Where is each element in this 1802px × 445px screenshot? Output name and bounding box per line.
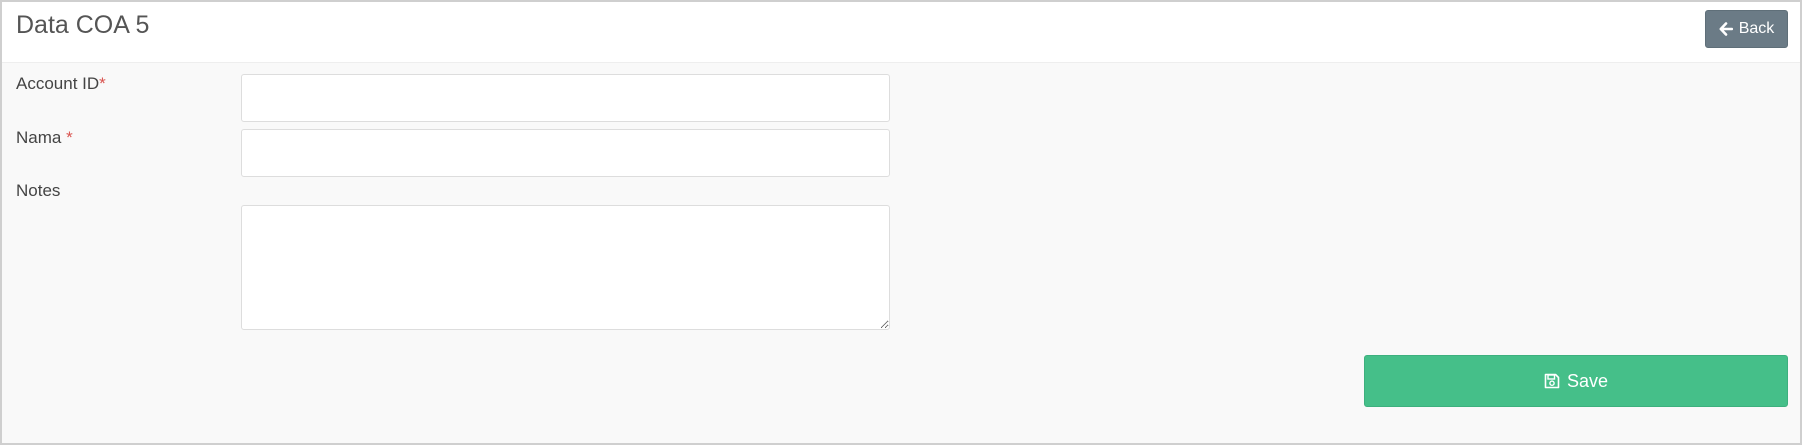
floppy-disk-icon [1544, 373, 1560, 389]
save-button[interactable]: Save [1364, 355, 1788, 407]
notes-textarea[interactable] [241, 205, 890, 330]
back-button[interactable]: Back [1705, 10, 1788, 48]
required-marker: * [66, 128, 73, 147]
page-title: Data COA 5 [16, 11, 150, 39]
notes-label: Notes [16, 181, 61, 200]
form-panel: Data COA 5 Back Account ID* Nama * Notes… [0, 0, 1802, 445]
required-marker: * [99, 74, 106, 93]
account-id-label: Account ID* [16, 74, 106, 93]
arrow-left-icon [1719, 22, 1733, 36]
nama-label: Nama * [16, 128, 73, 147]
nama-input[interactable] [241, 129, 890, 177]
panel-header: Data COA 5 Back [2, 2, 1800, 63]
account-id-input[interactable] [241, 74, 890, 122]
back-button-label: Back [1738, 20, 1775, 37]
save-button-label: Save [1566, 370, 1609, 391]
